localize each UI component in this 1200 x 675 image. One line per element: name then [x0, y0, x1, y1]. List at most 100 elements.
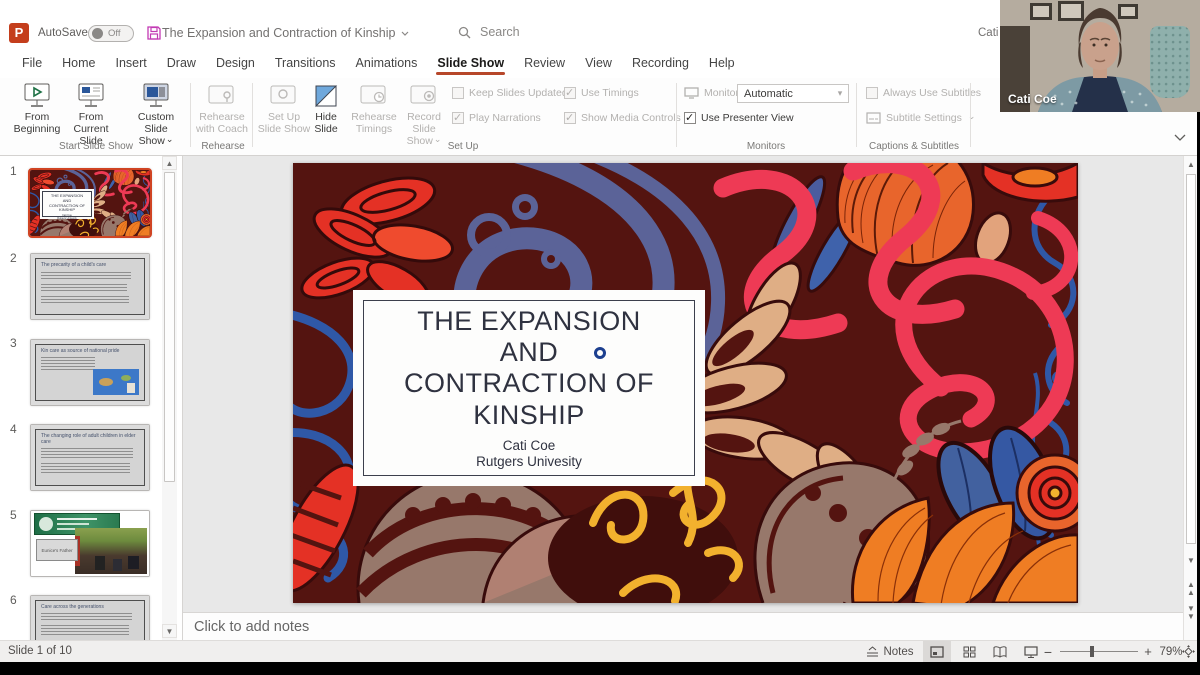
custom-slide-show-button[interactable]: Custom Slide Show	[126, 81, 186, 147]
reading-view-button[interactable]	[986, 641, 1014, 662]
checkbox-icon	[452, 112, 464, 124]
slide-thumbnail-2[interactable]: The precarity of a child's care	[30, 253, 150, 320]
set-up-slide-show-button: Set Up Slide Show	[257, 81, 311, 135]
slide-title-line: KINSHIP	[364, 400, 694, 431]
checkbox-icon	[684, 112, 696, 124]
monitor-icon	[684, 87, 699, 99]
tab-home[interactable]: Home	[52, 47, 105, 78]
group-separator	[856, 83, 857, 147]
slide-title-line: THE EXPANSION	[364, 306, 694, 337]
zoom-in-button[interactable]: +	[1142, 641, 1154, 662]
screen-edge	[0, 662, 1200, 675]
slide-thumbnail-6[interactable]: Care across the generations	[30, 595, 150, 640]
fit-slide-to-window-button[interactable]	[1180, 641, 1196, 662]
search-icon	[458, 26, 471, 39]
play-narrations-checkbox: Play Narrations	[452, 112, 541, 124]
autosave-toggle[interactable]: Off	[88, 25, 134, 42]
screen: P AutoSave Off The Expansion and Contrac…	[0, 0, 1200, 675]
account-name[interactable]: Cati	[978, 27, 998, 39]
checkbox-icon	[452, 87, 464, 99]
notes-pane[interactable]: Click to add notes	[183, 612, 1183, 640]
scroll-up-arrow[interactable]: ▲	[162, 156, 177, 170]
thumbnail-number: 3	[10, 336, 17, 350]
zoom-slider-thumb[interactable]	[1090, 646, 1094, 657]
powerpoint-logo-icon[interactable]: P	[9, 23, 29, 43]
save-icon[interactable]	[146, 25, 162, 41]
rehearse-with-coach-label: Rehearse with Coach	[195, 111, 249, 135]
show-media-controls-checkbox: Show Media Controls	[564, 112, 681, 124]
monitor-dropdown-value: Automatic	[738, 88, 832, 100]
editor-scrollbar[interactable]: ▲ ▼ ▲▲ ▼▼	[1183, 156, 1197, 640]
tab-view[interactable]: View	[575, 47, 622, 78]
monitor-dropdown[interactable]: Automatic ▾	[737, 84, 849, 103]
subtitle-settings-icon	[866, 112, 881, 124]
from-beginning-label: From Beginning	[10, 111, 64, 135]
tab-draw[interactable]: Draw	[157, 47, 206, 78]
group-label-start-slide-show: Start Slide Show	[6, 141, 186, 152]
tab-slide-show[interactable]: Slide Show	[427, 47, 514, 78]
search-box[interactable]: Search	[458, 25, 520, 39]
hide-slide-button[interactable]: Hide Slide	[309, 81, 343, 135]
slide-thumbnail-5[interactable]: Eunice's Father	[30, 510, 150, 577]
group-label-rehearse: Rehearse	[194, 141, 252, 152]
collapse-ribbon-chevron-icon[interactable]	[1174, 134, 1186, 141]
tab-insert[interactable]: Insert	[106, 47, 157, 78]
scrollbar-thumb[interactable]	[164, 172, 175, 482]
scroll-down-arrow[interactable]: ▼	[1184, 554, 1197, 568]
reading-view-icon	[993, 646, 1007, 658]
slide-indicator: Slide 1 of 10	[8, 645, 72, 657]
zoom-slider-track[interactable]	[1060, 651, 1138, 652]
previous-slide-button[interactable]: ▲▲	[1184, 580, 1197, 598]
thumbnail-number: 4	[10, 422, 17, 436]
normal-view-button[interactable]	[923, 641, 951, 662]
thumbnail-number: 5	[10, 508, 17, 522]
checkbox-icon	[564, 112, 576, 124]
tab-animations[interactable]: Animations	[346, 47, 428, 78]
notes-icon	[866, 646, 879, 657]
from-beginning-button[interactable]: From Beginning	[10, 81, 64, 135]
tab-file[interactable]: File	[12, 47, 52, 78]
slide-author: Cati CoeRutgers Univesity	[364, 438, 694, 470]
slide-title-line: AND	[364, 337, 694, 368]
slide-thumbnail-1[interactable]: THE EXPANSIONANDCONTRACTION OFKINSHIP Ca…	[28, 168, 152, 238]
group-separator	[252, 83, 253, 147]
notes-toggle-button[interactable]: Notes	[864, 641, 916, 662]
slide-sorter-icon	[963, 646, 976, 658]
use-presenter-view-checkbox[interactable]: Use Presenter View	[684, 112, 794, 124]
dropdown-arrow-icon: ▾	[832, 88, 848, 99]
slide-thumbnail-panel: 1 THE EXPANSIONANDCONTRACTION OFKINSHIP …	[0, 156, 183, 640]
scroll-up-arrow[interactable]: ▲	[1184, 158, 1197, 172]
normal-view-icon	[930, 646, 944, 658]
tab-help[interactable]: Help	[699, 47, 745, 78]
from-current-slide-button[interactable]: From Current Slide	[64, 81, 118, 147]
zoom-out-button[interactable]: −	[1042, 641, 1054, 662]
status-bar: Slide 1 of 10 Notes − + 79%	[0, 640, 1197, 662]
slide-show-icon	[1024, 646, 1038, 658]
next-slide-button[interactable]: ▼▼	[1184, 604, 1197, 622]
rehearse-with-coach-button: Rehearse with Coach	[195, 81, 249, 135]
dropdown-arrow-icon	[967, 112, 976, 124]
fit-to-window-icon	[1182, 645, 1195, 658]
always-use-subtitles-checkbox: Always Use Subtitles	[866, 87, 981, 99]
slide-show-view-button[interactable]	[1017, 641, 1045, 662]
timings-icon	[347, 81, 401, 111]
autosave-label: AutoSave	[38, 27, 88, 39]
slide-thumbnail-4[interactable]: The changing role of adult children in e…	[30, 424, 150, 491]
set-up-slide-show-label: Set Up Slide Show	[257, 111, 311, 135]
autosave-state: Off	[108, 28, 121, 39]
group-separator	[970, 83, 971, 147]
thumbnail-scrollbar[interactable]: ▲ ▼	[162, 156, 177, 640]
scroll-down-arrow[interactable]: ▼	[162, 624, 177, 638]
slide-thumbnail-3[interactable]: Kin care as source of national pride	[30, 339, 150, 406]
tab-transitions[interactable]: Transitions	[265, 47, 346, 78]
custom-show-icon	[126, 81, 186, 111]
slide-title-placeholder[interactable]: THE EXPANSION AND CONTRACTION OF KINSHIP…	[353, 290, 705, 486]
tab-recording[interactable]: Recording	[622, 47, 699, 78]
slide-canvas[interactable]: THE EXPANSION AND CONTRACTION OF KINSHIP…	[293, 163, 1078, 603]
tab-review[interactable]: Review	[514, 47, 575, 78]
group-separator	[676, 83, 677, 147]
tab-design[interactable]: Design	[206, 47, 265, 78]
scrollbar-thumb[interactable]	[1186, 174, 1196, 544]
slide-sorter-view-button[interactable]	[955, 641, 983, 662]
document-title[interactable]: The Expansion and Contraction of Kinship	[162, 26, 409, 40]
